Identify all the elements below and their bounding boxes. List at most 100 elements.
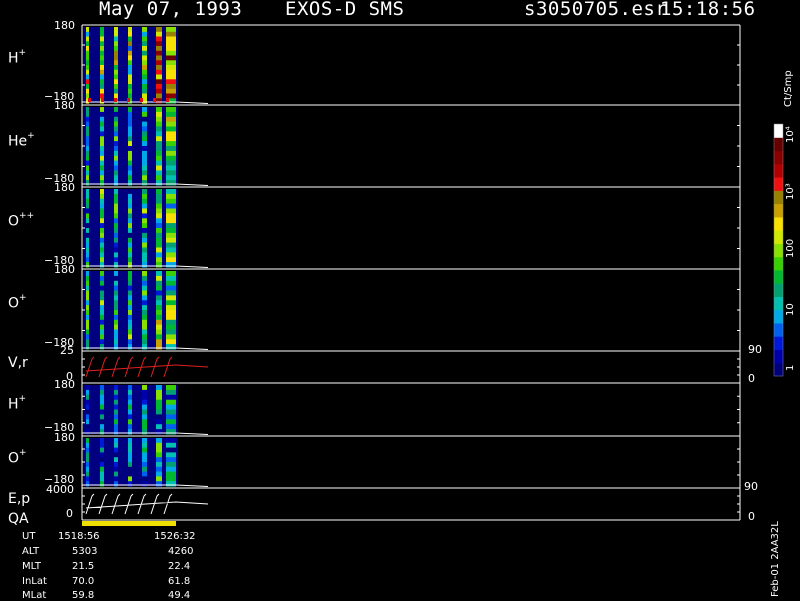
heatmap-cell (166, 223, 176, 229)
heatmap-cell (156, 69, 162, 76)
heatmap-cell (142, 116, 147, 123)
heatmap-cell (142, 481, 147, 487)
heatmap-cell (100, 424, 104, 430)
heatmap-cell (156, 46, 162, 52)
heatmap-cell (114, 404, 118, 410)
heatmap-cell (142, 69, 147, 76)
heatmap-cell (86, 107, 89, 113)
heatmap-cell (100, 324, 104, 330)
heatmap-cell (166, 481, 176, 487)
heatmap-cell (86, 218, 89, 224)
heatmap-cell (128, 208, 132, 214)
heatmap-cell (100, 203, 104, 209)
heatmap-cell (114, 155, 118, 162)
heatmap-cell (86, 429, 89, 435)
heatmap-cell (166, 46, 176, 52)
heatmap-cell (128, 126, 132, 132)
heatmap-cell (114, 310, 118, 316)
heatmap-cell (142, 466, 147, 473)
heatmap-cell (128, 242, 132, 248)
heatmap-cell (166, 79, 176, 85)
colorbar-swatch (774, 269, 783, 284)
heatmap-cell (142, 36, 147, 42)
heatmap-cell (142, 223, 147, 229)
heatmap-cell (166, 208, 176, 214)
heatmap-cell (166, 150, 176, 157)
heatmap-cell (86, 165, 89, 171)
heatmap-cell (166, 27, 176, 33)
heatmap-cell (128, 111, 132, 118)
heatmap-cell (166, 319, 176, 326)
heatmap-cell (114, 290, 118, 296)
heatmap-cell (142, 329, 147, 335)
heatmap-cell (88, 98, 91, 102)
heatmap-cell (142, 65, 147, 71)
heatmap-cell (114, 389, 118, 396)
colorbar-swatch (774, 296, 783, 311)
heatmap-cell (142, 175, 147, 181)
heatmap-cell (100, 344, 104, 350)
heatmap-cell (86, 141, 89, 147)
heatmap-cell (166, 404, 176, 410)
heatmap-cell (100, 160, 104, 166)
heatmap-cell (114, 385, 118, 391)
heatmap-cell (86, 319, 89, 326)
heatmap-cell (114, 50, 118, 57)
heatmap-cell (100, 88, 104, 95)
heatmap-cell (128, 414, 132, 420)
heatmap-cell (156, 409, 162, 415)
heatmap-cell (142, 305, 147, 311)
heatmap-cell (86, 310, 89, 316)
heatmap-cell (86, 399, 89, 406)
heatmap-cell (86, 409, 89, 415)
heatmap-cell (128, 319, 132, 326)
colorbar-swatch (774, 230, 783, 244)
heatmap-cell (86, 74, 89, 80)
heatmap-cell (100, 111, 104, 118)
heatmap-cell (100, 242, 104, 248)
heatmap-cell (100, 329, 104, 335)
heatmap-cell (100, 481, 104, 487)
colorbar-swatch (774, 283, 783, 297)
heatmap-cell (156, 319, 162, 326)
heatmap-cell (156, 419, 162, 425)
heatmap-cell (156, 84, 162, 90)
heatmap-cell (114, 476, 118, 482)
heatmap-cell (142, 314, 147, 321)
heatmap-cell (100, 218, 104, 224)
heatmap-cell (156, 314, 162, 321)
heatmap-cell (86, 295, 89, 301)
heatmap-cell (128, 50, 132, 57)
heatmap-cell (142, 107, 147, 113)
heatmap-cell (86, 471, 89, 477)
heatmap-cell (128, 88, 132, 95)
heatmap-cell (166, 203, 176, 209)
heatmap-cell (114, 203, 118, 209)
heatmap-cell (156, 242, 162, 248)
colorbar-swatch (774, 203, 783, 218)
heatmap-cell (100, 262, 104, 268)
heatmap-cell (114, 399, 118, 406)
heatmap-cell (156, 131, 162, 137)
heatmap-cell (166, 257, 176, 263)
heatmap-cell (166, 339, 176, 345)
heatmap-cell (156, 447, 162, 453)
heatmap-cell (128, 290, 132, 296)
heatmap-cell (86, 452, 89, 458)
heatmap-cell (100, 180, 104, 186)
heatmap-cell (100, 442, 104, 449)
heatmap-cell (114, 141, 118, 147)
heatmap-cell (128, 271, 132, 277)
heatmap-cell (114, 198, 118, 205)
heatmap-cell (114, 466, 118, 473)
heatmap-cell (140, 98, 143, 102)
heatmap-cell (166, 74, 176, 80)
heatmap-cell (156, 88, 162, 95)
heatmap-cell (128, 394, 132, 401)
heatmap-cell (166, 271, 176, 277)
qa-bar (82, 521, 176, 526)
heatmap-cell (86, 424, 89, 430)
heatmap-cell (166, 213, 176, 219)
heatmap-cell (100, 389, 104, 396)
heatmap-cell (114, 46, 118, 52)
